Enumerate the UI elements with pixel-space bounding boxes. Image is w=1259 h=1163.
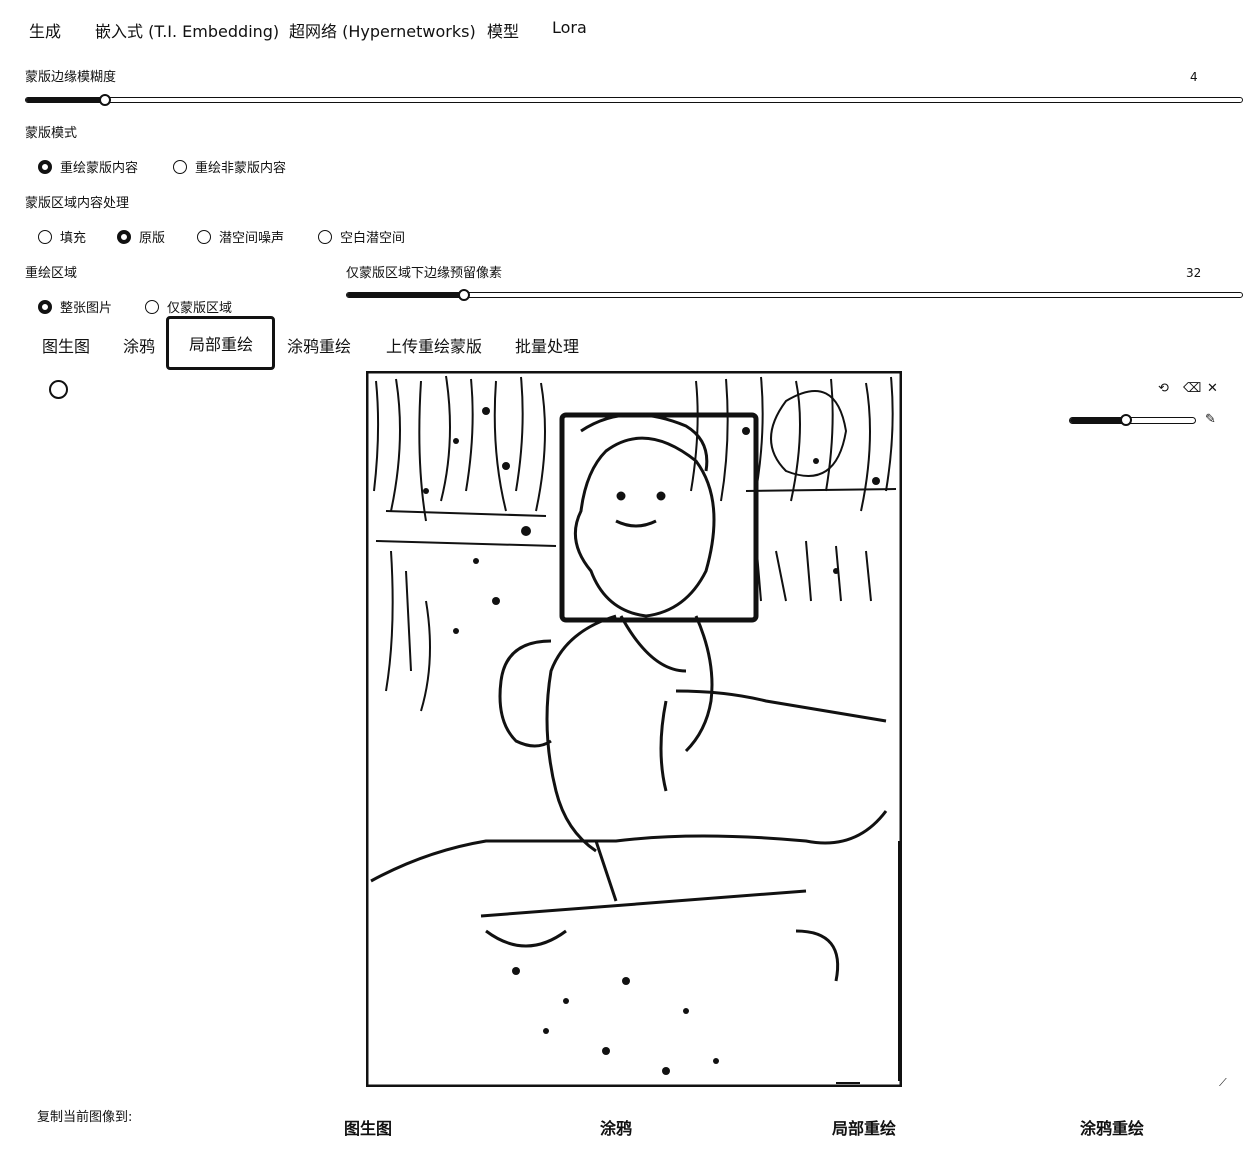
radio-button[interactable] — [38, 229, 52, 244]
radio-label: 填充 — [60, 231, 87, 246]
mask-mode-option-inpaint-masked[interactable]: 重绘蒙版内容 — [38, 157, 138, 176]
padding-value[interactable]: 32 — [1186, 266, 1201, 280]
radio-button[interactable] — [173, 159, 187, 174]
masked-content-option-latent-nothing[interactable]: 空白潜空间 — [318, 227, 405, 246]
radio-label: 重绘蒙版内容 — [60, 161, 139, 176]
canvas-frame — [366, 371, 902, 1087]
brush-cursor-icon — [49, 380, 68, 399]
tab-batch[interactable]: 批量处理 — [515, 333, 579, 357]
undo-icon[interactable]: ⟲ — [1158, 382, 1169, 395]
mask-mode-label: 蒙版模式 — [25, 126, 78, 141]
masked-content-option-fill[interactable]: 填充 — [38, 227, 86, 246]
radio-button[interactable] — [117, 229, 131, 244]
brush-size-slider[interactable] — [1069, 417, 1196, 424]
top-tab-embedding[interactable]: 嵌入式 (T.I. Embedding) — [95, 18, 279, 42]
mask-blur-value[interactable]: 4 — [1190, 70, 1198, 84]
brush-size-slider-fill — [1070, 418, 1127, 423]
top-tab-model[interactable]: 模型 — [487, 18, 519, 42]
brush-size-slider-handle[interactable] — [1120, 414, 1132, 426]
tab-inpaint-upload[interactable]: 上传重绘蒙版 — [386, 333, 482, 357]
radio-button[interactable] — [38, 159, 52, 174]
copy-to-label: 复制当前图像到: — [37, 1110, 133, 1125]
resize-handle-icon[interactable]: ⟋ — [1219, 1076, 1227, 1089]
inpaint-area-label: 重绘区域 — [25, 266, 78, 281]
padding-slider-fill — [347, 293, 465, 297]
tab-inpaint[interactable]: 局部重绘 — [166, 316, 275, 370]
mask-mode-option-inpaint-not-masked[interactable]: 重绘非蒙版内容 — [173, 157, 286, 176]
tab-inpaint-sketch[interactable]: 涂鸦重绘 — [287, 333, 351, 357]
copy-to-sketch-button[interactable]: 涂鸦 — [600, 1115, 632, 1139]
radio-button[interactable] — [38, 299, 52, 314]
mask-blur-slider[interactable] — [25, 97, 1243, 103]
brush-icon[interactable]: ✎ — [1205, 413, 1216, 426]
radio-label: 重绘非蒙版内容 — [195, 161, 287, 176]
tab-img2img[interactable]: 图生图 — [42, 333, 90, 357]
radio-label: 空白潜空间 — [340, 231, 406, 246]
top-tab-lora[interactable]: Lora — [552, 18, 587, 37]
top-tab-hypernetworks[interactable]: 超网络 (Hypernetworks) — [289, 18, 476, 42]
padding-slider-handle[interactable] — [458, 289, 470, 301]
tab-sketch[interactable]: 涂鸦 — [123, 333, 155, 357]
clear-icon[interactable]: ✕ — [1207, 382, 1218, 395]
radio-button[interactable] — [145, 299, 159, 314]
masked-content-label: 蒙版区域内容处理 — [25, 196, 130, 211]
copy-to-inpaint-sketch-button[interactable]: 涂鸦重绘 — [1080, 1115, 1144, 1139]
inpaint-area-option-whole[interactable]: 整张图片 — [38, 297, 112, 316]
padding-label: 仅蒙版区域下边缘预留像素 — [346, 266, 503, 281]
radio-button[interactable] — [318, 229, 332, 244]
inpaint-canvas[interactable] — [366, 371, 902, 1087]
radio-label: 原版 — [139, 231, 166, 246]
inpaint-area-option-only-masked[interactable]: 仅蒙版区域 — [145, 297, 232, 316]
radio-label: 整张图片 — [60, 301, 113, 316]
top-tab-generate[interactable]: 生成 — [29, 18, 61, 42]
padding-slider[interactable] — [346, 292, 1243, 298]
radio-button[interactable] — [197, 229, 211, 244]
masked-content-option-latent-noise[interactable]: 潜空间噪声 — [197, 227, 284, 246]
radio-label: 仅蒙版区域 — [167, 301, 233, 316]
copy-to-inpaint-button[interactable]: 局部重绘 — [832, 1115, 896, 1139]
mask-blur-slider-fill — [26, 98, 106, 102]
radio-label: 潜空间噪声 — [219, 231, 285, 246]
erase-icon[interactable]: ⌫ — [1183, 382, 1201, 395]
mask-blur-slider-handle[interactable] — [99, 94, 111, 106]
masked-content-option-original[interactable]: 原版 — [117, 227, 165, 246]
mask-blur-label: 蒙版边缘模糊度 — [25, 70, 117, 85]
copy-to-img2img-button[interactable]: 图生图 — [344, 1115, 392, 1139]
